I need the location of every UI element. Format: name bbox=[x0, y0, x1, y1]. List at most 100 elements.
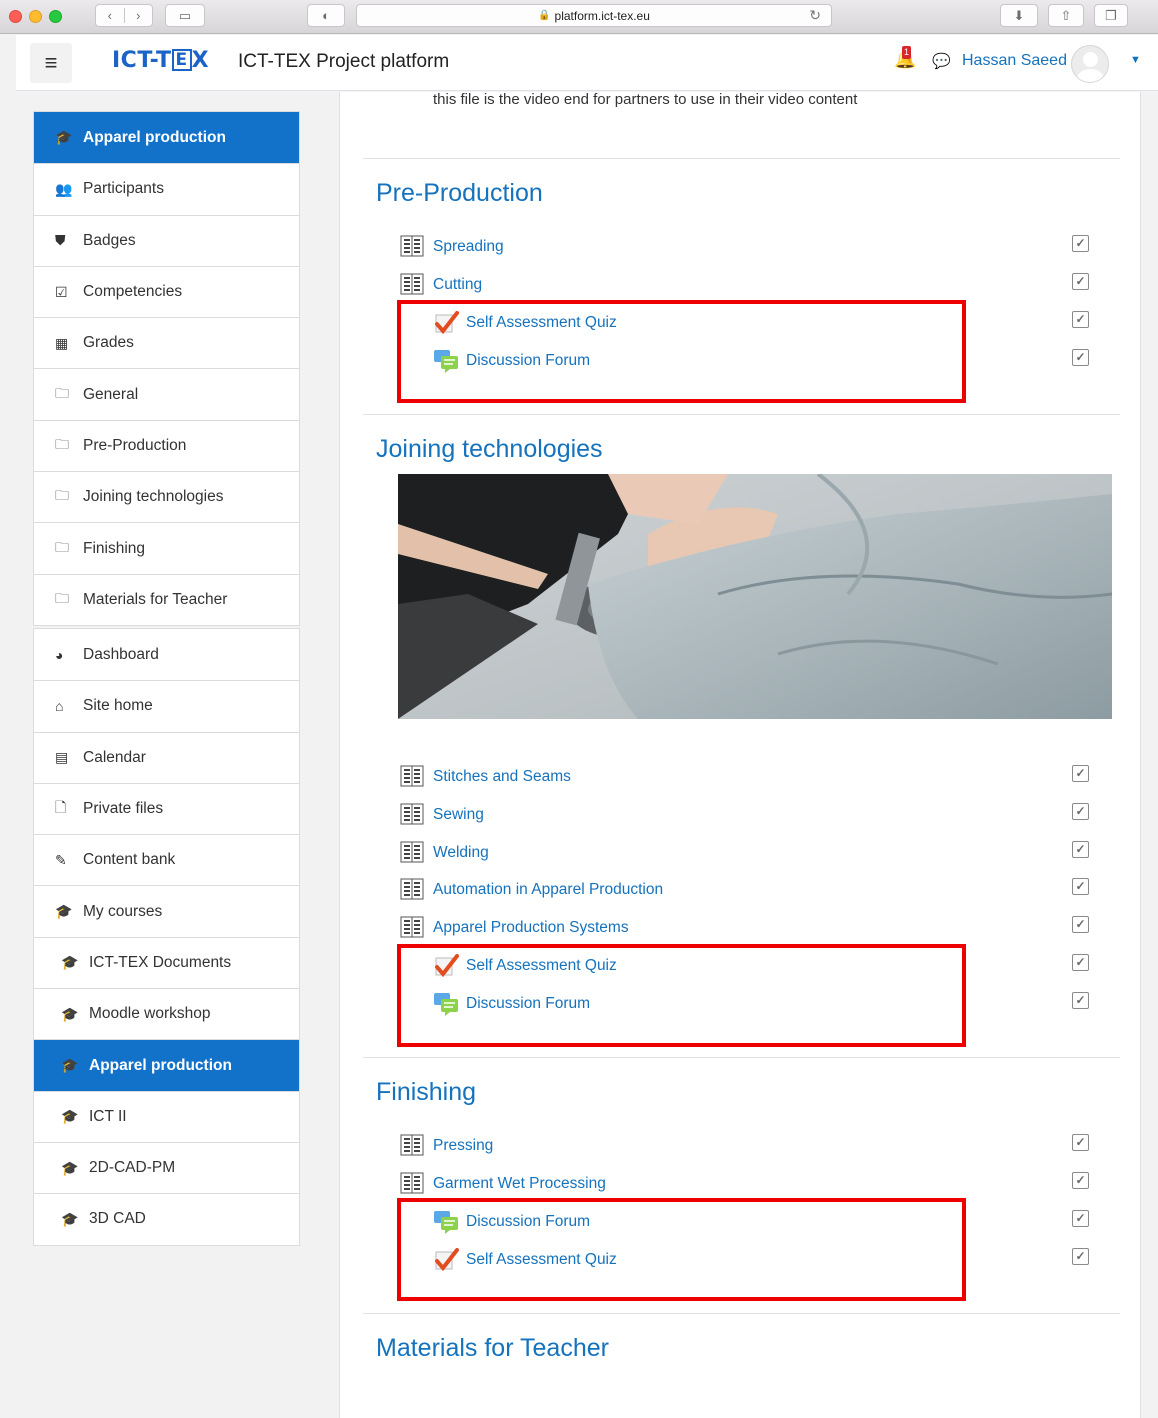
activity-link[interactable]: Garment Wet Processing bbox=[400, 1171, 606, 1197]
hamburger-icon[interactable]: ≡ bbox=[30, 43, 72, 83]
site-logo[interactable]: ICT-T E X bbox=[112, 48, 209, 73]
section-divider bbox=[363, 1313, 1120, 1314]
extension-icon[interactable]: ◐ bbox=[307, 4, 345, 27]
site-name[interactable]: ICT-TEX Project platform bbox=[238, 51, 449, 73]
section-divider bbox=[363, 158, 1120, 159]
sidebar-item-apparel-production[interactable]: 🎓 Apparel production bbox=[34, 1039, 299, 1091]
completion-checkbox[interactable]: ✓ bbox=[1072, 311, 1089, 328]
zoom-window-button[interactable] bbox=[49, 10, 62, 23]
completion-checkbox[interactable]: ✓ bbox=[1072, 1172, 1089, 1189]
sidebar-item-label: Moodle workshop bbox=[89, 1005, 211, 1023]
user-avatar[interactable] bbox=[1071, 45, 1109, 83]
activity-link[interactable]: Sewing bbox=[400, 802, 484, 828]
completion-checkbox[interactable]: ✓ bbox=[1072, 878, 1089, 895]
sidebar-item-private-files[interactable]: 🗋 Private files bbox=[34, 782, 299, 834]
sidebar-item-moodle-workshop[interactable]: 🎓 Moodle workshop bbox=[34, 988, 299, 1039]
activity-link[interactable]: Stitches and Seams bbox=[400, 764, 571, 790]
sidebar-item-dashboard[interactable]: ◕ Dashboard bbox=[34, 629, 299, 680]
close-window-button[interactable] bbox=[9, 10, 22, 23]
activity-link[interactable]: Cutting bbox=[400, 272, 482, 298]
sidebar-item-3d-cad[interactable]: 🎓 3D CAD bbox=[34, 1193, 299, 1244]
completion-checkbox[interactable]: ✓ bbox=[1072, 349, 1089, 366]
back-icon[interactable]: ‹ bbox=[96, 8, 124, 23]
sidebar-item-label: ICT II bbox=[89, 1107, 127, 1125]
forward-icon[interactable]: › bbox=[123, 8, 153, 23]
sidebar-item-joining-technologies[interactable]: 🗀 Joining technologies bbox=[34, 471, 299, 522]
reload-icon[interactable]: ↻ bbox=[809, 7, 821, 24]
completion-checkbox[interactable]: ✓ bbox=[1072, 1134, 1089, 1151]
section-title-pre-production[interactable]: Pre-Production bbox=[376, 179, 543, 208]
downloads-icon[interactable]: ⬇ bbox=[1000, 4, 1038, 27]
sidebar-item-label: Content bank bbox=[83, 851, 176, 869]
section-title-materials-for-teacher[interactable]: Materials for Teacher bbox=[376, 1334, 609, 1363]
completion-checkbox[interactable]: ✓ bbox=[1072, 273, 1089, 290]
activity-link[interactable]: Pressing bbox=[400, 1133, 493, 1159]
tabs-overview-icon[interactable]: ❐ bbox=[1094, 4, 1128, 27]
graduation-cap-icon: 🎓 bbox=[61, 1005, 79, 1022]
page-icon bbox=[400, 878, 426, 902]
dashboard-icon: ◕ bbox=[55, 646, 64, 663]
sidebar-item-label: My courses bbox=[83, 902, 163, 920]
graduation-cap-icon: 🎓 bbox=[61, 1057, 79, 1074]
page-icon bbox=[400, 1172, 426, 1196]
sidebar-item-competencies[interactable]: ☑ Competencies bbox=[34, 265, 299, 317]
completion-checkbox[interactable]: ✓ bbox=[1072, 1248, 1089, 1265]
section-title-finishing[interactable]: Finishing bbox=[376, 1078, 476, 1107]
completion-checkbox[interactable]: ✓ bbox=[1072, 841, 1089, 858]
sidebar-item-ict-ii[interactable]: 🎓 ICT II bbox=[34, 1090, 299, 1142]
activity-link[interactable]: Welding bbox=[400, 840, 489, 866]
graduation-cap-icon: 🎓 bbox=[61, 1210, 79, 1227]
sidebar-item-apparel-production[interactable]: 🎓 Apparel production bbox=[34, 112, 299, 164]
sidebar-item-label: Apparel production bbox=[83, 128, 226, 146]
sidebar-item-badges[interactable]: ⛊ Badges bbox=[34, 214, 299, 266]
section-title-joining-technologies[interactable]: Joining technologies bbox=[376, 435, 603, 464]
minimize-window-button[interactable] bbox=[29, 10, 42, 23]
completion-checkbox[interactable]: ✓ bbox=[1072, 954, 1089, 971]
sidebar-item-label: Materials for Teacher bbox=[83, 590, 228, 608]
sidebar-item-label: Badges bbox=[83, 231, 136, 249]
sidebar-item-finishing[interactable]: 🗀 Finishing bbox=[34, 522, 299, 573]
sidebar-item-ict-tex-documents[interactable]: 🎓 ICT-TEX Documents bbox=[34, 936, 299, 988]
completion-checkbox[interactable]: ✓ bbox=[1072, 916, 1089, 933]
users-icon: 👥 bbox=[55, 180, 73, 197]
calendar-icon: ▤ bbox=[55, 749, 69, 766]
messages-icon[interactable]: 💬 bbox=[932, 52, 951, 70]
completion-checkbox[interactable]: ✓ bbox=[1072, 235, 1089, 252]
sidebar-item-participants[interactable]: 👥 Participants bbox=[34, 163, 299, 214]
checkbox-icon: ☑ bbox=[55, 283, 68, 300]
course-navigation: 🎓 Apparel production 👥 Participants ⛊ Badges ☑… bbox=[33, 111, 300, 626]
completion-checkbox[interactable]: ✓ bbox=[1072, 803, 1089, 820]
sidebar-item-my-courses[interactable]: 🎓 My courses bbox=[34, 885, 299, 936]
sidebar-item-site-home[interactable]: ⌂ Site home bbox=[34, 680, 299, 731]
activity-link[interactable]: Apparel Production Systems bbox=[400, 915, 629, 941]
completion-checkbox[interactable]: ✓ bbox=[1072, 992, 1089, 1009]
share-icon[interactable]: ⇧ bbox=[1048, 4, 1084, 27]
completion-checkbox[interactable]: ✓ bbox=[1072, 765, 1089, 782]
url-text: platform.ict-tex.eu bbox=[554, 8, 650, 23]
sidebar-item-general[interactable]: 🗀 General bbox=[34, 368, 299, 419]
sidebar-item-2d-cad-pm[interactable]: 🎓 2D-CAD-PM bbox=[34, 1141, 299, 1193]
sidebar-item-content-bank[interactable]: ✎ Content bank bbox=[34, 834, 299, 885]
user-menu-name[interactable]: Hassan Saeed bbox=[962, 52, 1067, 70]
sidebar-item-calendar[interactable]: ▤ Calendar bbox=[34, 731, 299, 783]
graduation-cap-icon: 🎓 bbox=[55, 129, 73, 146]
home-icon: ⌂ bbox=[55, 698, 64, 715]
completion-checkbox[interactable]: ✓ bbox=[1072, 1210, 1089, 1227]
sidebar-item-grades[interactable]: ▦ Grades bbox=[34, 317, 299, 368]
activity-link[interactable]: Automation in Apparel Production bbox=[400, 877, 663, 903]
page-icon bbox=[400, 1134, 426, 1158]
lock-icon: 🔒 bbox=[538, 10, 551, 21]
sidebar-item-pre-production[interactable]: 🗀 Pre-Production bbox=[34, 419, 299, 471]
chevron-down-icon[interactable]: ▼ bbox=[1130, 54, 1141, 66]
page-icon bbox=[400, 841, 426, 865]
address-bar[interactable]: 🔒 platform.ict-tex.eu ↻ bbox=[356, 4, 832, 27]
sidebar-item-label: General bbox=[83, 385, 139, 403]
section-divider bbox=[363, 414, 1120, 415]
activity-link[interactable]: Spreading bbox=[400, 234, 504, 260]
table-icon: ▦ bbox=[55, 334, 69, 351]
page-icon bbox=[400, 916, 426, 940]
sidebar-toggle-icon[interactable]: ▭ bbox=[165, 4, 205, 27]
graduation-cap-icon: 🎓 bbox=[61, 1108, 79, 1125]
sidebar-item-materials-for-teacher[interactable]: 🗀 Materials for Teacher bbox=[34, 573, 299, 625]
sidebar-item-label: Site home bbox=[83, 697, 153, 715]
